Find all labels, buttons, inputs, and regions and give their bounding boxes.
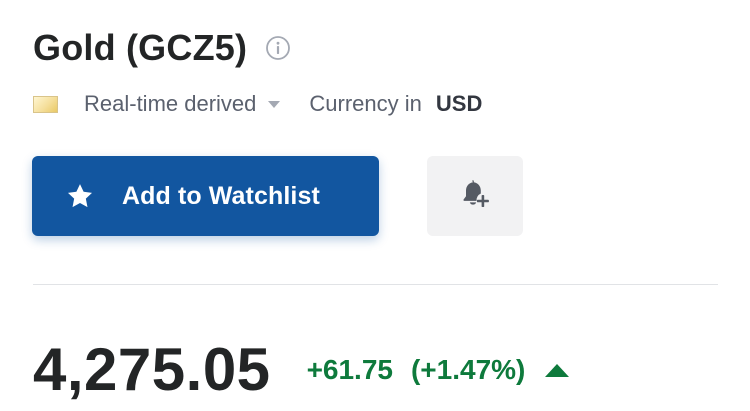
instrument-header: Gold (GCZ5) Real-time derived Currency i… [0,0,750,411]
quote-row: 4,275.05 +61.75 (+1.47%) [33,334,570,406]
info-icon[interactable] [265,35,291,61]
caret-down-icon [268,100,281,108]
data-type-dropdown[interactable]: Real-time derived [84,91,281,117]
last-price: 4,275.05 [33,336,271,403]
price-change: +61.75 [306,354,393,385]
meta-row: Real-time derived Currency in USD [33,88,482,120]
gold-flag-icon [33,95,58,113]
instrument-title: Gold (GCZ5) [33,27,248,68]
price-change-percent: (+1.47%) [410,354,526,385]
currency-code: USD [435,91,483,116]
star-icon [66,182,94,210]
watchlist-button-label: Add to Watchlist [122,181,320,210]
add-alert-button[interactable] [427,156,523,236]
data-type-label: Real-time derived [84,91,257,116]
bell-plus-icon [457,176,493,217]
title-row: Gold (GCZ5) [33,26,291,70]
up-arrow-icon [545,363,570,377]
divider [33,284,718,285]
currency-label: Currency in [309,91,422,116]
add-to-watchlist-button[interactable]: Add to Watchlist [32,156,379,236]
